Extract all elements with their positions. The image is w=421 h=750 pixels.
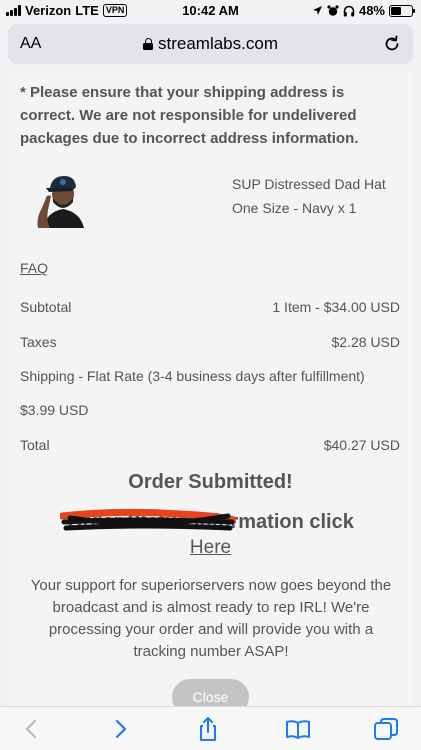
- status-bar: Verizon LTE VPN 10:42 AM 48%: [0, 0, 421, 22]
- shipping-value: $3.99 USD: [20, 402, 89, 418]
- reload-icon[interactable]: [381, 33, 403, 55]
- total-value: $40.27 USD: [323, 437, 400, 453]
- status-right: 48%: [312, 3, 415, 18]
- bookmarks-icon[interactable]: [284, 715, 312, 743]
- page-content: * Please ensure that your shipping addre…: [8, 70, 413, 706]
- address-bar[interactable]: AA streamlabs.com: [8, 24, 413, 64]
- lock-icon: [143, 38, 153, 50]
- tabs-icon[interactable]: [372, 715, 400, 743]
- faq-link[interactable]: FAQ: [20, 260, 48, 276]
- total-label: Total: [20, 437, 50, 453]
- battery-percent: 48%: [358, 3, 385, 18]
- alarm-icon: [327, 4, 339, 16]
- here-link[interactable]: Here: [190, 537, 231, 558]
- share-icon[interactable]: [194, 715, 222, 743]
- subtotal-value: 1 Item - $34.00 USD: [272, 299, 400, 315]
- back-icon[interactable]: [18, 715, 46, 743]
- subtotal-label: Subtotal: [20, 299, 72, 315]
- headphones-icon: [343, 5, 355, 16]
- taxes-label: Taxes: [20, 334, 57, 350]
- close-button[interactable]: Close: [172, 679, 249, 706]
- support-message: Your support for superiorservers now goe…: [30, 577, 392, 660]
- battery-icon: [389, 4, 415, 17]
- taxes-value: $2.28 USD: [331, 334, 400, 350]
- order-submitted-heading: Order Submitted!: [128, 471, 293, 493]
- url-text: streamlabs.com: [158, 34, 278, 53]
- shipping-notice: * Please ensure that your shipping addre…: [20, 84, 359, 147]
- forward-icon[interactable]: [106, 715, 134, 743]
- url-field[interactable]: streamlabs.com: [8, 34, 413, 54]
- product-variant: One Size - Navy x 1: [232, 200, 357, 216]
- shipping-label: Shipping - Flat Rate (3-4 business days …: [20, 368, 365, 384]
- product-name: SUP Distressed Dad Hat: [232, 176, 386, 192]
- location-icon: [312, 6, 322, 15]
- redaction-scribble: [60, 508, 236, 531]
- here-link-container: Here: [8, 537, 413, 559]
- browser-toolbar: [0, 706, 421, 750]
- product-thumbnail[interactable]: [32, 168, 94, 228]
